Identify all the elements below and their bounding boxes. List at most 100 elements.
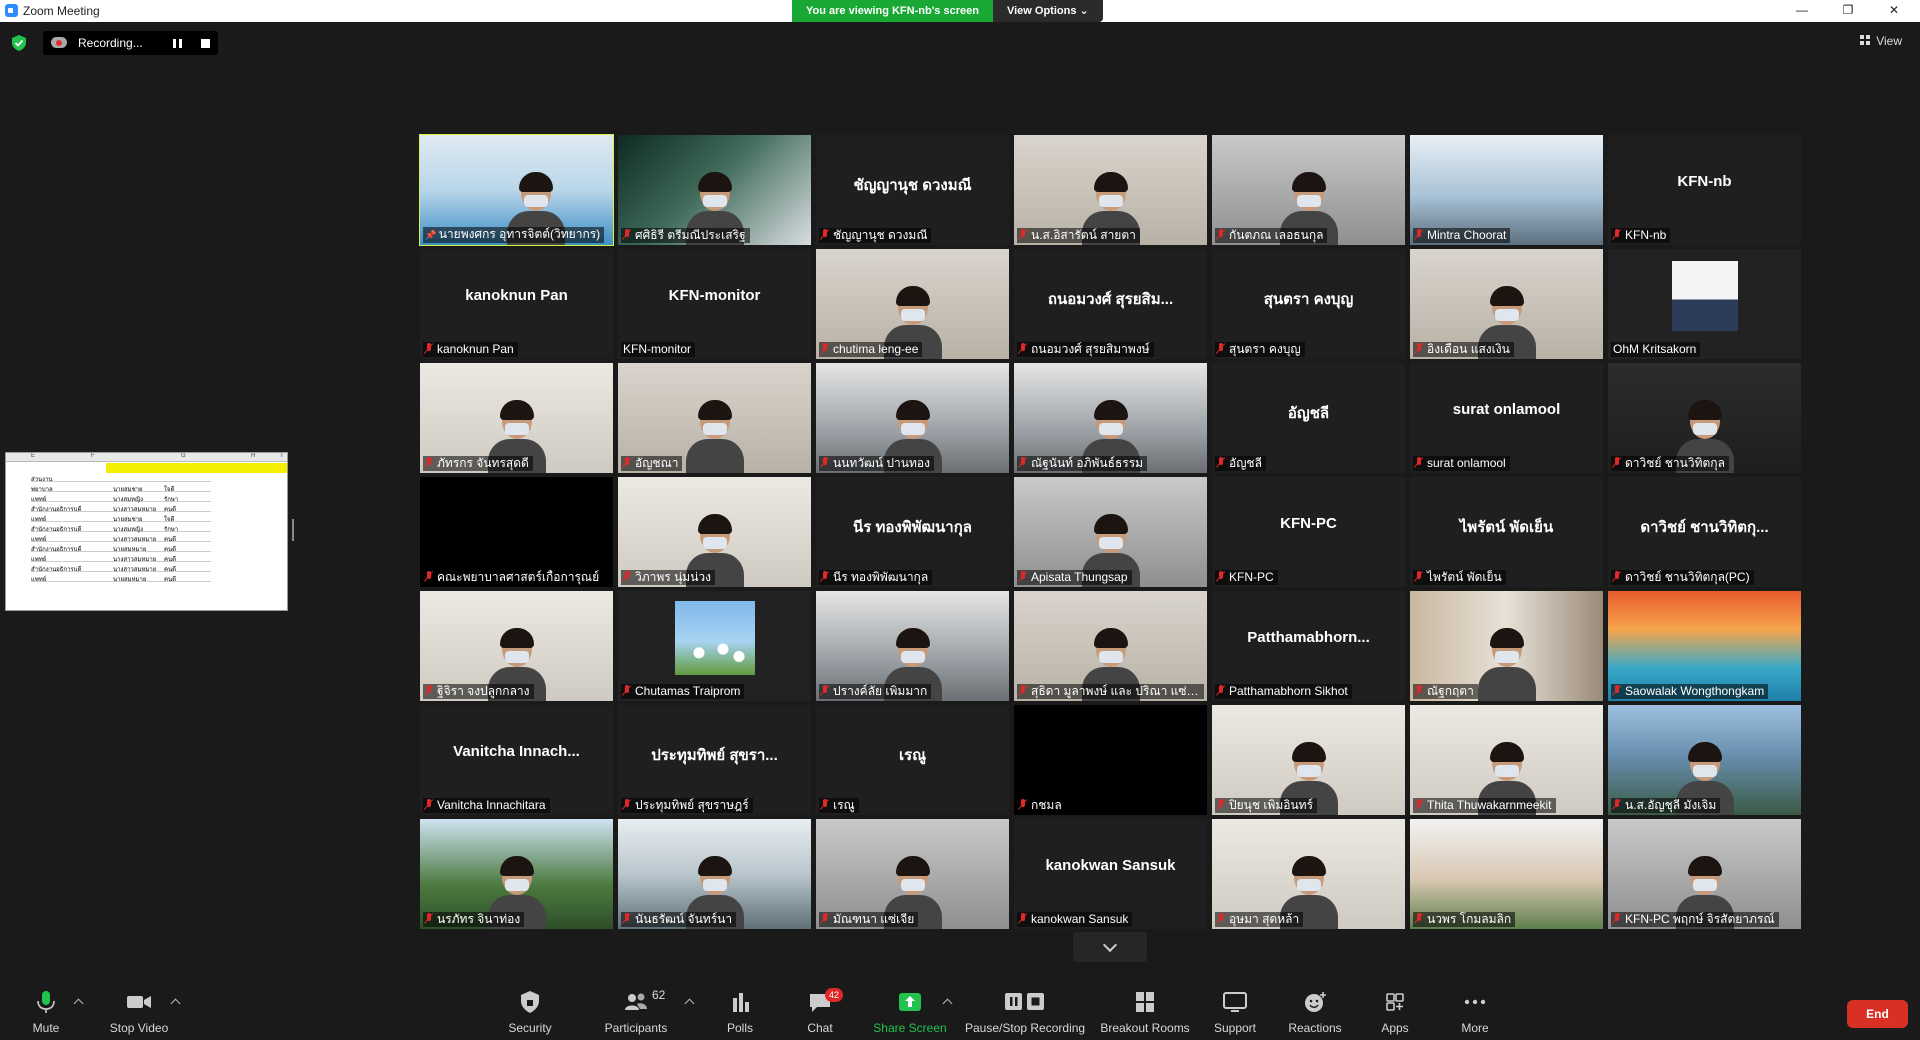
participant-tile[interactable]: chutima leng-ee <box>816 249 1009 359</box>
participant-name-label: ถนอมวงศ์ สุรยสิมาพงษ์ <box>1017 342 1154 357</box>
participants-button[interactable]: 62 Participants <box>600 980 672 1040</box>
participant-tile[interactable]: ประทุมทิพย์ สุขรา... ประทุมทิพย์ สุขราษฎร… <box>618 705 811 815</box>
participant-tile[interactable]: อัญชณา <box>618 363 811 473</box>
participant-tile[interactable]: ปิยนุช เพิ่มอินทร์ <box>1212 705 1405 815</box>
spreadsheet-row: แพทย์ นายสมหมาย คนดี <box>31 573 211 583</box>
participant-name-label: kanokwan Sansuk <box>1017 912 1133 927</box>
participant-tile[interactable]: Mintra Choorat <box>1410 135 1603 245</box>
participant-tile[interactable]: KFN-monitor KFN-monitor <box>618 249 811 359</box>
participant-tile[interactable]: ดาวิชย์ ชานวิทิตกุล <box>1608 363 1801 473</box>
participant-tile[interactable]: เรณู เรณู <box>816 705 1009 815</box>
participant-tile[interactable]: อัญชลี อัญชลี <box>1212 363 1405 473</box>
minimize-button[interactable]: — <box>1780 0 1824 22</box>
participant-tile[interactable]: ณัฐนันท์ อภิพันธ์ธรรม <box>1014 363 1207 473</box>
pause-recording-icon[interactable] <box>173 39 182 48</box>
end-meeting-button[interactable]: End <box>1847 1000 1908 1028</box>
participant-tile[interactable]: กชมล <box>1014 705 1207 815</box>
participant-tile[interactable]: สุธิดา มูลาพงษ์ และ ปริณา แซ่ฉิน <box>1014 591 1207 701</box>
shared-screen-thumbnail[interactable]: E F G H I ส่วนงาน พยาบาล นายสมชาย ใจดี แพทย์ นางสม… <box>5 452 288 611</box>
spreadsheet-row: สำนักงานอธิการบดี นายสมหมาย คนดี <box>31 543 211 553</box>
participant-tile[interactable]: Vanitcha Innach... Vanitcha Innachitara <box>420 705 613 815</box>
participant-tile[interactable]: surat onlamool surat onlamool <box>1410 363 1603 473</box>
participant-tile[interactable]: สุนตรา คงบุญ สุนตรา คงบุญ <box>1212 249 1405 359</box>
participant-tile[interactable]: วิภาพร นุ่มน่วง <box>618 477 811 587</box>
participant-tile[interactable]: Patthamabhorn... Patthamabhorn Sikhot <box>1212 591 1405 701</box>
participant-tile[interactable]: Chutamas Traiprom <box>618 591 811 701</box>
participant-tile[interactable]: นีร ทองพิพัฒนากุล นีร ทองพิพัฒนากุล <box>816 477 1009 587</box>
participant-tile[interactable]: นนทวัฒน์ ปานทอง <box>816 363 1009 473</box>
chat-unread-badge: 42 <box>825 988 843 1002</box>
participant-tile[interactable]: น.ส.อัญชุลี มั่งเจิม <box>1608 705 1801 815</box>
pause-stop-recording-button[interactable]: Pause/Stop Recording <box>965 980 1085 1040</box>
participant-name: กันตภณ เลอธนกุล <box>1229 228 1324 242</box>
participant-tile[interactable]: Apisata Thungsap <box>1014 477 1207 587</box>
muted-mic-icon <box>425 799 433 810</box>
participant-tile[interactable]: Thita Thuwakarnmeekit <box>1410 705 1603 815</box>
view-label: View <box>1876 34 1902 48</box>
participant-name: นวพร โกมลมลิก <box>1427 912 1512 926</box>
participant-tile[interactable]: อุษมา สุดหล้า <box>1212 819 1405 929</box>
participant-tile[interactable]: ฐิจิรา จงปลูกกลาง <box>420 591 613 701</box>
participant-tile[interactable]: ดาวิชย์ ชานวิทิตกุ... ดาวิชย์ ชานวิทิตกุล… <box>1608 477 1801 587</box>
participant-tile[interactable]: มัณฑนา แซ่เจีย <box>816 819 1009 929</box>
participant-tile[interactable]: คณะพยาบาลศาสตร์เกื้อการุณย์ <box>420 477 613 587</box>
breakout-rooms-button[interactable]: Breakout Rooms <box>1097 980 1193 1040</box>
participant-tile[interactable]: ปรางค์ลัย เพิ่มมาก <box>816 591 1009 701</box>
participant-tile[interactable]: ภัทรกร จันทรสุดดี <box>420 363 613 473</box>
participant-name: นันธรัฒน์ จันทร์นา <box>635 912 733 926</box>
participant-tile[interactable]: ศศิธิรี ตรีมณีประเสริฐ <box>618 135 811 245</box>
stop-recording-icon[interactable] <box>201 39 210 48</box>
participant-name-label: KFN-nb <box>1611 228 1671 243</box>
participant-tile[interactable]: ชัญญานุช ดวงมณี ชัญญานุช ดวงมณี <box>816 135 1009 245</box>
participant-tile[interactable]: ณัฐกฤตา <box>1410 591 1603 701</box>
stop-video-button[interactable]: Stop Video <box>100 980 178 1040</box>
encryption-shield-icon[interactable] <box>12 35 26 51</box>
participant-display-name: KFN-nb <box>1677 173 1732 190</box>
view-button[interactable]: View <box>1860 34 1902 48</box>
participant-name: Patthamabhorn Sikhot <box>1229 684 1348 698</box>
participant-tile[interactable]: อิงเดือน แสงเงิน <box>1410 249 1603 359</box>
thumbnail-resize-handle[interactable] <box>292 519 294 541</box>
share-screen-label: Share Screen <box>873 1021 947 1035</box>
participant-tile[interactable]: นันธรัฒน์ จันทร์นา <box>618 819 811 929</box>
maximize-button[interactable]: ❐ <box>1826 0 1870 22</box>
participant-tile[interactable]: กันตภณ เลอธนกุล <box>1212 135 1405 245</box>
muted-mic-icon <box>623 913 631 924</box>
participant-tile[interactable]: kanoknun Pan kanoknun Pan <box>420 249 613 359</box>
chat-button[interactable]: 42 Chat <box>795 980 845 1040</box>
security-label: Security <box>508 1021 552 1035</box>
hide-thumbnails-button[interactable] <box>1073 932 1147 962</box>
participant-tile[interactable]: 📌 นายพงศกร อุทารจิตต์(วิทยากร) <box>419 134 614 246</box>
share-banner: You are viewing KFN-nb's screen View Opt… <box>792 0 1103 22</box>
participant-tile[interactable]: KFN-nb KFN-nb <box>1608 135 1801 245</box>
polls-button[interactable]: Polls <box>715 980 765 1040</box>
participant-tile[interactable]: Saowalak Wongthongkam <box>1608 591 1801 701</box>
security-button[interactable]: Security <box>505 980 555 1040</box>
participant-name-label: กชมล <box>1017 798 1066 813</box>
muted-mic-icon <box>623 571 631 582</box>
mute-button[interactable]: Mute <box>20 980 72 1040</box>
participant-tile[interactable]: นวพร โกมลมลิก <box>1410 819 1603 929</box>
participant-name: ถนอมวงศ์ สุรยสิมาพงษ์ <box>1031 342 1150 356</box>
polls-label: Polls <box>726 1021 753 1035</box>
view-options-button[interactable]: View Options ⌄ <box>992 0 1103 22</box>
share-screen-button[interactable]: Share Screen <box>870 980 950 1040</box>
support-button[interactable]: Support <box>1210 980 1260 1040</box>
participant-tile[interactable]: ไพรัตน์ พัดเย็น ไพรัตน์ พัดเย็น <box>1410 477 1603 587</box>
participant-tile[interactable]: น.ส.อิสารัตน์ สายตา <box>1014 135 1207 245</box>
support-screen-icon <box>1223 992 1247 1012</box>
meeting-toolbar: Mute Stop Video Security 62 Participants… <box>0 980 1920 1040</box>
participant-tile[interactable]: ถนอมวงศ์ สุรยสิม... ถนอมวงศ์ สุรยสิมาพงษ์ <box>1014 249 1207 359</box>
participant-tile[interactable]: KFN-PC พฤกษ์ จิรสัตยาภรณ์ <box>1608 819 1801 929</box>
participant-tile[interactable]: KFN-PC KFN-PC <box>1212 477 1405 587</box>
participants-icon <box>625 993 647 1010</box>
apps-button[interactable]: Apps <box>1370 980 1420 1040</box>
participant-name-label: น.ส.อัญชุลี มั่งเจิม <box>1611 798 1721 813</box>
participant-name-label: ประทุมทิพย์ สุขราษฎร์ <box>621 798 753 813</box>
close-button[interactable]: ✕ <box>1872 0 1916 22</box>
participant-tile[interactable]: นรภัทร จินาท่อง <box>420 819 613 929</box>
reactions-button[interactable]: Reactions <box>1285 980 1345 1040</box>
participant-tile[interactable]: kanokwan Sansuk kanokwan Sansuk <box>1014 819 1207 929</box>
more-button[interactable]: More <box>1450 980 1500 1040</box>
participant-tile[interactable]: OhM Kritsakorn <box>1608 249 1801 359</box>
